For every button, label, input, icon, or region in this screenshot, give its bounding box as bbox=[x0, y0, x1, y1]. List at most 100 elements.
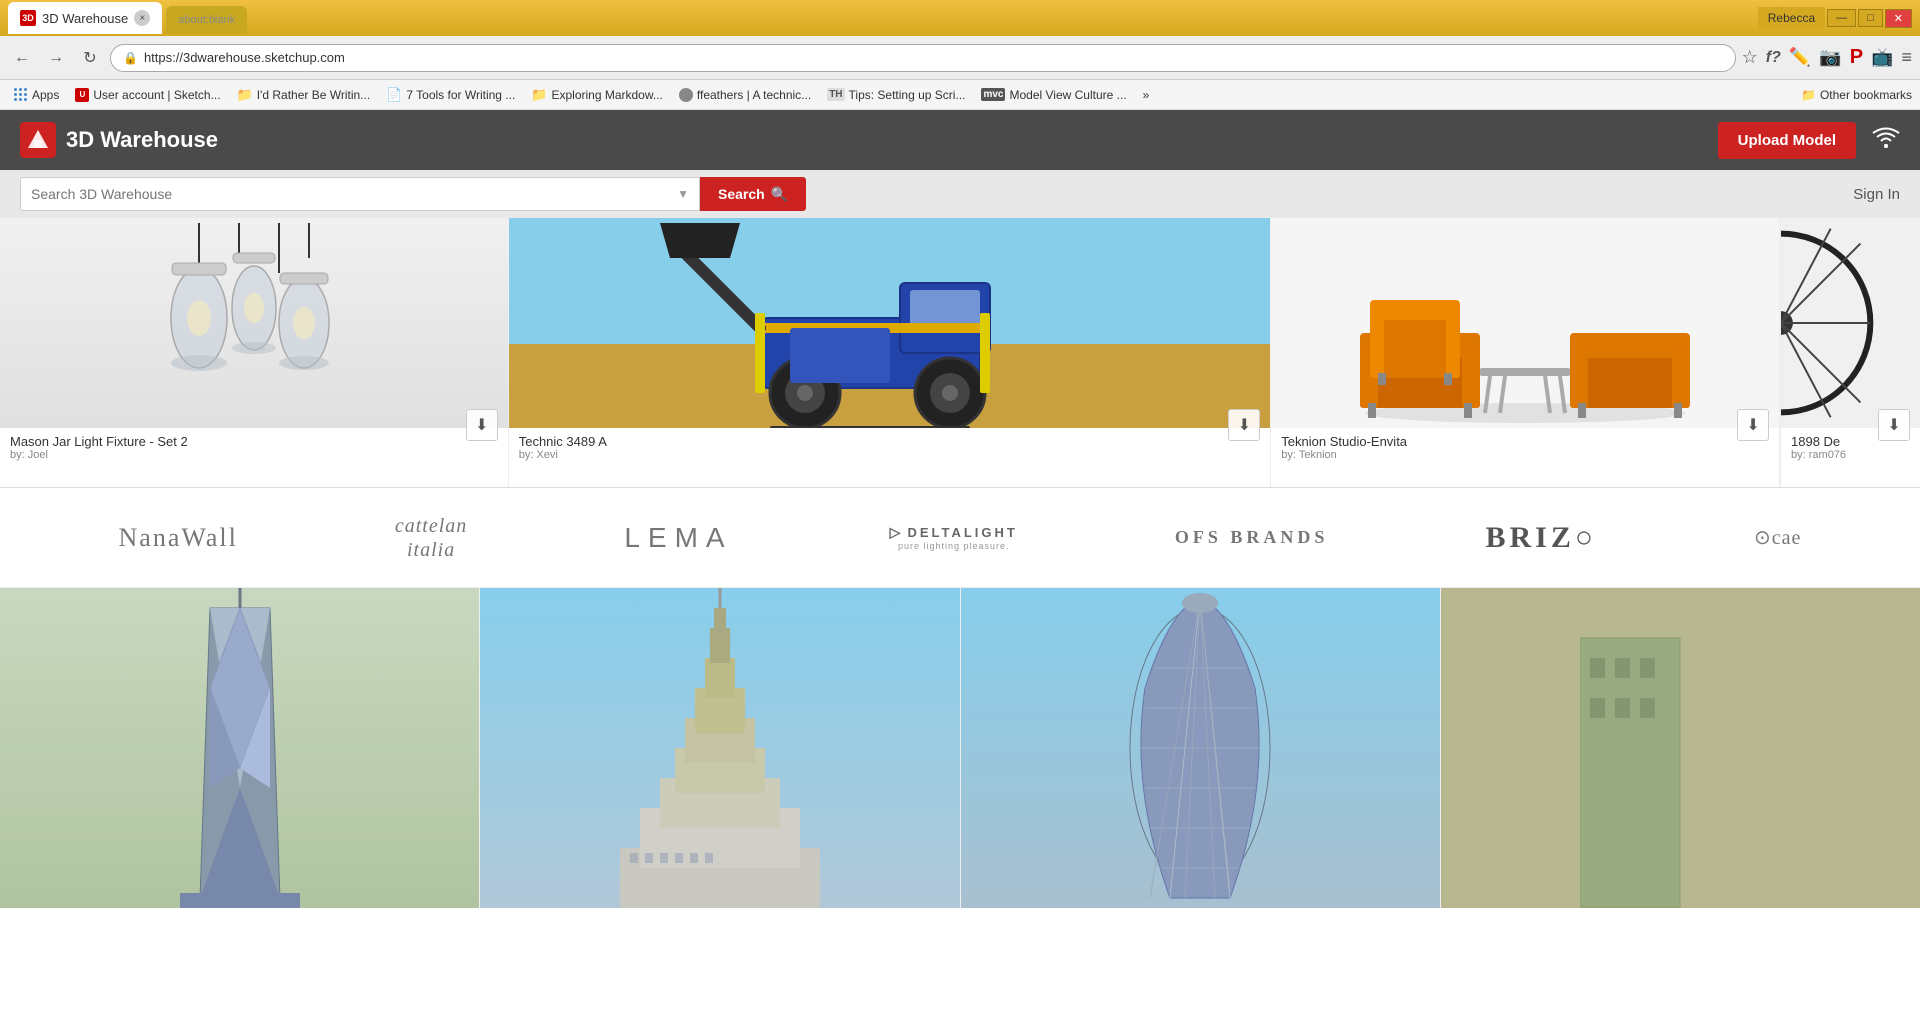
window-controls: Rebecca — □ ✕ bbox=[1758, 7, 1912, 29]
model-card-mason-jar[interactable]: Mason Jar Light Fixture - Set 2 by: Joel… bbox=[0, 218, 509, 487]
bookmark-rather-be-writing[interactable]: 📁 I'd Rather Be Writin... bbox=[231, 85, 377, 105]
download-button-partial[interactable]: ⬇ bbox=[1878, 409, 1910, 441]
brands-strip: NanaWall cattelanitalia LEMA ▷ DELTALIGH… bbox=[0, 488, 1920, 588]
brand-lema[interactable]: LEMA bbox=[624, 522, 732, 554]
download-button-technic[interactable]: ⬇ bbox=[1228, 409, 1260, 441]
mvc-favicon: mvc bbox=[981, 88, 1005, 101]
more-icon: » bbox=[1143, 88, 1150, 102]
search-bar-container: ▼ Search 🔍 Sign In bbox=[0, 170, 1920, 218]
sign-in-link[interactable]: Sign In bbox=[1853, 186, 1900, 203]
tab-close-button[interactable]: × bbox=[134, 10, 150, 26]
search-input[interactable] bbox=[31, 186, 677, 202]
bookmark-tips[interactable]: TH Tips: Setting up Scri... bbox=[821, 86, 971, 104]
building-grid bbox=[0, 588, 1920, 908]
folder-icon: 📁 bbox=[237, 87, 253, 103]
bookmarks-bar: Apps U User account | Sketch... 📁 I'd Ra… bbox=[0, 80, 1920, 110]
model-image-teknion bbox=[1271, 218, 1779, 428]
other-bookmarks-label: Other bookmarks bbox=[1820, 88, 1912, 102]
brand-cae[interactable]: ⊙cae bbox=[1754, 525, 1801, 550]
model-image-mason-jar bbox=[0, 218, 508, 428]
page-icon: 📄 bbox=[386, 87, 402, 103]
pinterest-icon[interactable]: P bbox=[1850, 46, 1863, 69]
bookmark-rather-label: I'd Rather Be Writin... bbox=[257, 88, 370, 102]
bookmark-tools-writing[interactable]: 📄 7 Tools for Writing ... bbox=[380, 85, 521, 105]
main-content: Mason Jar Light Fixture - Set 2 by: Joel… bbox=[0, 218, 1920, 908]
eyedropper-icon[interactable]: ✏️ bbox=[1789, 47, 1811, 68]
model-card-technic[interactable]: Technic 3489 A by: Xevi ⬇ bbox=[509, 218, 1272, 487]
bookmark-user-account-label: User account | Sketch... bbox=[93, 88, 220, 102]
other-bookmarks[interactable]: 📁 Other bookmarks bbox=[1801, 88, 1912, 102]
model-title-mason-jar: Mason Jar Light Fixture - Set 2 bbox=[10, 434, 498, 449]
brand-cattelan[interactable]: cattelanitalia bbox=[395, 514, 467, 562]
forward-button[interactable]: → bbox=[42, 44, 70, 72]
bookmark-ffeathers-label: ffeathers | A technic... bbox=[697, 88, 811, 102]
download-button-mason-jar[interactable]: ⬇ bbox=[466, 409, 498, 441]
bookmark-more[interactable]: » bbox=[1137, 86, 1156, 104]
bookmark-star-icon[interactable]: ☆ bbox=[1742, 47, 1758, 68]
avatar-icon bbox=[679, 88, 693, 102]
brand-nanawall[interactable]: NanaWall bbox=[119, 523, 238, 553]
tab-title: 3D Warehouse bbox=[42, 11, 128, 26]
model-author-technic: by: Xevi bbox=[519, 449, 1261, 461]
bookmark-model-view[interactable]: mvc Model View Culture ... bbox=[975, 86, 1132, 104]
tab-favicon: 3D bbox=[20, 10, 36, 26]
refresh-button[interactable]: ↻ bbox=[76, 44, 104, 72]
brand-brizo[interactable]: BRIZ○ bbox=[1485, 521, 1596, 555]
model-info-technic: Technic 3489 A by: Xevi bbox=[509, 428, 1271, 465]
bookmark-user-account[interactable]: U User account | Sketch... bbox=[69, 86, 226, 104]
model-title-teknion: Teknion Studio-Envita bbox=[1281, 434, 1769, 449]
model-author-mason-jar: by: Joel bbox=[10, 449, 498, 461]
toolbar-icons: ☆ f? ✏️ 📷 P 📺 ≡ bbox=[1742, 46, 1912, 69]
cast-icon[interactable]: 📺 bbox=[1871, 47, 1893, 68]
minimize-button[interactable]: — bbox=[1827, 9, 1856, 27]
building-card-3[interactable] bbox=[961, 588, 1441, 908]
address-bar[interactable]: 🔒 https://3dwarehouse.sketchup.com bbox=[110, 44, 1736, 72]
active-tab[interactable]: 3D 3D Warehouse × bbox=[8, 2, 162, 34]
bookmark-mvc-label: Model View Culture ... bbox=[1009, 88, 1126, 102]
camera-icon[interactable]: 📷 bbox=[1819, 47, 1841, 68]
inactive-tab[interactable]: about:blank bbox=[166, 6, 247, 34]
site-logo[interactable]: 3D Warehouse bbox=[20, 122, 218, 158]
folder-icon-other: 📁 bbox=[1801, 88, 1816, 102]
brand-deltalight-sub: ▷ DELTALIGHT pure lighting pleasure. bbox=[890, 524, 1018, 551]
building-card-4[interactable] bbox=[1441, 588, 1920, 908]
font-icon[interactable]: f? bbox=[1766, 49, 1781, 67]
bookmark-tips-label: Tips: Setting up Scri... bbox=[849, 88, 966, 102]
apps-label: Apps bbox=[32, 88, 59, 102]
folder-icon-2: 📁 bbox=[531, 87, 547, 103]
brand-ofs[interactable]: OFS BRANDS bbox=[1175, 527, 1329, 548]
model-image-technic bbox=[509, 218, 1271, 428]
building-card-2[interactable] bbox=[480, 588, 960, 908]
bookmark-apps[interactable]: Apps bbox=[8, 86, 65, 104]
model-info-teknion: Teknion Studio-Envita by: Teknion bbox=[1271, 428, 1779, 465]
search-dropdown-arrow[interactable]: ▼ bbox=[677, 187, 689, 201]
search-input-wrapper: ▼ bbox=[20, 177, 700, 211]
building-image-2 bbox=[480, 588, 959, 908]
site-header: 3D Warehouse Upload Model bbox=[0, 110, 1920, 170]
bookmark-markdown[interactable]: 📁 Exploring Markdow... bbox=[525, 85, 669, 105]
model-card-teknion[interactable]: Teknion Studio-Envita by: Teknion ⬇ bbox=[1271, 218, 1780, 487]
building-image-4 bbox=[1441, 588, 1920, 908]
building-card-1[interactable] bbox=[0, 588, 480, 908]
model-author-partial: by: ram076 bbox=[1791, 449, 1910, 461]
lock-icon: 🔒 bbox=[123, 51, 138, 65]
apps-icon bbox=[14, 88, 28, 102]
user-label: Rebecca bbox=[1758, 7, 1825, 29]
bookmark-markdown-label: Exploring Markdow... bbox=[551, 88, 662, 102]
model-info-mason-jar: Mason Jar Light Fixture - Set 2 by: Joel bbox=[0, 428, 508, 465]
bookmark-ffeathers[interactable]: ffeathers | A technic... bbox=[673, 86, 817, 104]
menu-icon[interactable]: ≡ bbox=[1901, 47, 1912, 68]
close-button[interactable]: ✕ bbox=[1885, 9, 1912, 28]
logo-text: 3D Warehouse bbox=[66, 127, 218, 153]
model-author-teknion: by: Teknion bbox=[1281, 449, 1769, 461]
model-card-partial[interactable]: 1898 De by: ram076 ⬇ bbox=[1780, 218, 1920, 487]
wifi-icon bbox=[1872, 126, 1900, 154]
download-button-teknion[interactable]: ⬇ bbox=[1737, 409, 1769, 441]
browser-title-bar: 3D 3D Warehouse × about:blank Rebecca — … bbox=[0, 0, 1920, 36]
building-image-1 bbox=[0, 588, 479, 908]
building-image-3 bbox=[961, 588, 1440, 908]
back-button[interactable]: ← bbox=[8, 44, 36, 72]
upload-model-button[interactable]: Upload Model bbox=[1718, 122, 1856, 159]
search-button[interactable]: Search 🔍 bbox=[700, 177, 806, 211]
maximize-button[interactable]: □ bbox=[1858, 9, 1883, 27]
